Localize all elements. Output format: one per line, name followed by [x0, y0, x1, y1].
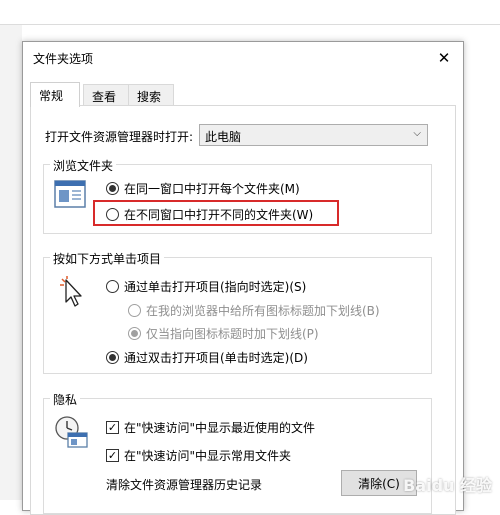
radio-same-window[interactable]: 在同一窗口中打开每个文件夹(M)	[106, 179, 300, 197]
annotation-highlight	[93, 200, 339, 226]
clear-history-row: 清除文件资源管理器历史记录	[106, 475, 262, 493]
radio-same-window-label: 在同一窗口中打开每个文件夹(M)	[124, 180, 300, 197]
checkbox-frequent-folders[interactable]: ✓ 在"快速访问"中显示常用文件夹	[106, 446, 291, 464]
checkbox-recent-files-label: 在"快速访问"中显示最近使用的文件	[124, 419, 315, 436]
radio-underline-all-indicator	[128, 304, 141, 317]
close-button[interactable]: ✕	[431, 46, 457, 70]
radio-single-click-label: 通过单击打开项目(指向时选定)(S)	[124, 278, 306, 295]
radio-double-click-label: 通过双击打开项目(单击时选定)(D)	[124, 349, 308, 366]
open-explorer-label: 打开文件资源管理器时打开:	[45, 128, 193, 145]
radio-underline-all-label: 在我的浏览器中给所有图标标题加下划线(B)	[146, 302, 380, 319]
radio-same-window-indicator	[106, 182, 119, 195]
checkbox-recent-files[interactable]: ✓ 在"快速访问"中显示最近使用的文件	[106, 418, 315, 436]
open-explorer-select[interactable]: 此电脑 ⌵	[199, 124, 428, 146]
radio-double-click[interactable]: 通过双击打开项目(单击时选定)(D)	[106, 348, 308, 366]
chevron-down-icon: ⌵	[413, 128, 421, 139]
background-divider	[0, 24, 500, 25]
checkbox-recent-files-box: ✓	[106, 421, 119, 434]
tab-general[interactable]: 常规	[30, 82, 80, 107]
radio-underline-hover-label: 仅当指向图标标题时加下划线(P)	[146, 325, 319, 342]
title-bar: 文件夹选项 ✕	[23, 42, 463, 74]
checkbox-frequent-folders-box: ✓	[106, 449, 119, 462]
radio-underline-hover-indicator	[128, 327, 141, 340]
dialog-title: 文件夹选项	[33, 50, 93, 67]
privacy-group: 隐私 ✓ 在"快速访问"中显示最近使用的文件 ✓ 在"快速访问"中显示常用文件夹…	[43, 398, 432, 514]
general-tab-panel: 打开文件资源管理器时打开: 此电脑 ⌵ 浏览文件夹 在同一窗口中打开每个文件夹(…	[30, 105, 456, 515]
folder-window-icon	[54, 179, 86, 209]
watermark: Baidu 经验	[403, 472, 492, 496]
radio-double-click-indicator	[106, 351, 119, 364]
tab-view[interactable]: 查看	[83, 84, 129, 106]
privacy-title: 隐私	[50, 391, 80, 408]
background-band	[0, 25, 22, 500]
click-items-title: 按如下方式单击项目	[50, 250, 164, 267]
radio-single-click-indicator	[106, 280, 119, 293]
radio-underline-all[interactable]: 在我的浏览器中给所有图标标题加下划线(B)	[128, 301, 380, 319]
privacy-clock-icon	[54, 415, 88, 449]
checkbox-frequent-folders-label: 在"快速访问"中显示常用文件夹	[124, 447, 291, 464]
open-explorer-row: 打开文件资源管理器时打开: 此电脑 ⌵	[45, 124, 445, 146]
browse-folders-title: 浏览文件夹	[50, 157, 116, 174]
clear-history-label: 清除文件资源管理器历史记录	[106, 476, 262, 493]
close-icon: ✕	[438, 49, 451, 67]
folder-options-dialog: 文件夹选项 ✕ 常规 查看 搜索 打开文件资源管理器时打开: 此电脑 ⌵ 浏览文…	[22, 41, 464, 511]
radio-underline-hover[interactable]: 仅当指向图标标题时加下划线(P)	[128, 324, 319, 342]
tab-search[interactable]: 搜索	[128, 84, 174, 106]
cursor-click-icon	[58, 276, 86, 308]
radio-single-click[interactable]: 通过单击打开项目(指向时选定)(S)	[106, 277, 306, 295]
open-explorer-value: 此电脑	[205, 130, 241, 144]
click-items-group: 按如下方式单击项目 通过单击打开项目(指向时选定)(S) 在我的浏览器中给所有图…	[43, 257, 432, 374]
